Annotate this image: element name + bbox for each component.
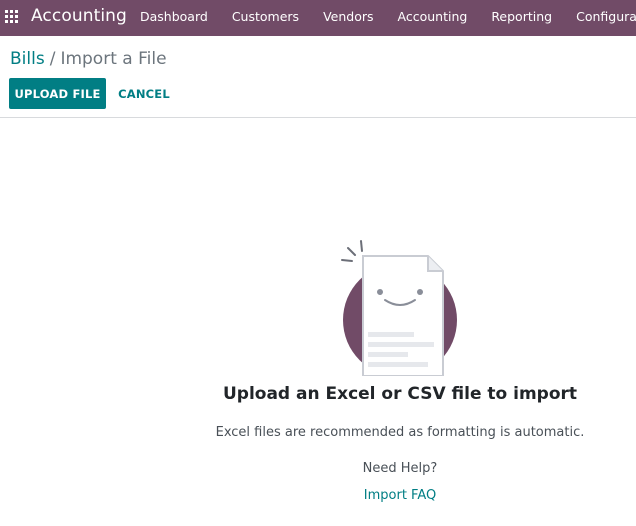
breadcrumb: Bills / Import a File bbox=[10, 49, 167, 69]
menu-item-accounting[interactable]: Accounting bbox=[386, 0, 480, 36]
app-name[interactable]: Accounting bbox=[31, 6, 127, 26]
need-help-label: Need Help? bbox=[362, 461, 438, 476]
import-faq-row: Import FAQ bbox=[0, 488, 636, 503]
menu-item-reporting[interactable]: Reporting bbox=[479, 0, 564, 36]
top-navbar: Accounting Dashboard Customers Vendors A… bbox=[0, 0, 636, 36]
apps-grid-icon[interactable] bbox=[5, 10, 18, 23]
empty-state-subtitle: Excel files are recommended as formattin… bbox=[215, 425, 585, 440]
breadcrumb-bills-link[interactable]: Bills bbox=[10, 49, 45, 69]
smiling-document-icon bbox=[341, 240, 457, 376]
breadcrumb-separator: / bbox=[49, 49, 56, 69]
cancel-button[interactable]: CANCEL bbox=[112, 78, 176, 109]
menu-item-vendors[interactable]: Vendors bbox=[311, 0, 385, 36]
menu-item-customers[interactable]: Customers bbox=[220, 0, 311, 36]
import-faq-link[interactable]: Import FAQ bbox=[364, 488, 436, 503]
menu-item-dashboard[interactable]: Dashboard bbox=[128, 0, 220, 36]
main-menu: Dashboard Customers Vendors Accounting R… bbox=[128, 0, 636, 36]
menu-item-configuration[interactable]: Configuration bbox=[564, 0, 636, 36]
empty-state-title: Upload an Excel or CSV file to import bbox=[222, 384, 578, 404]
control-panel-divider bbox=[0, 117, 636, 118]
breadcrumb-current: Import a File bbox=[60, 49, 167, 69]
upload-file-button[interactable]: UPLOAD FILE bbox=[9, 78, 106, 109]
